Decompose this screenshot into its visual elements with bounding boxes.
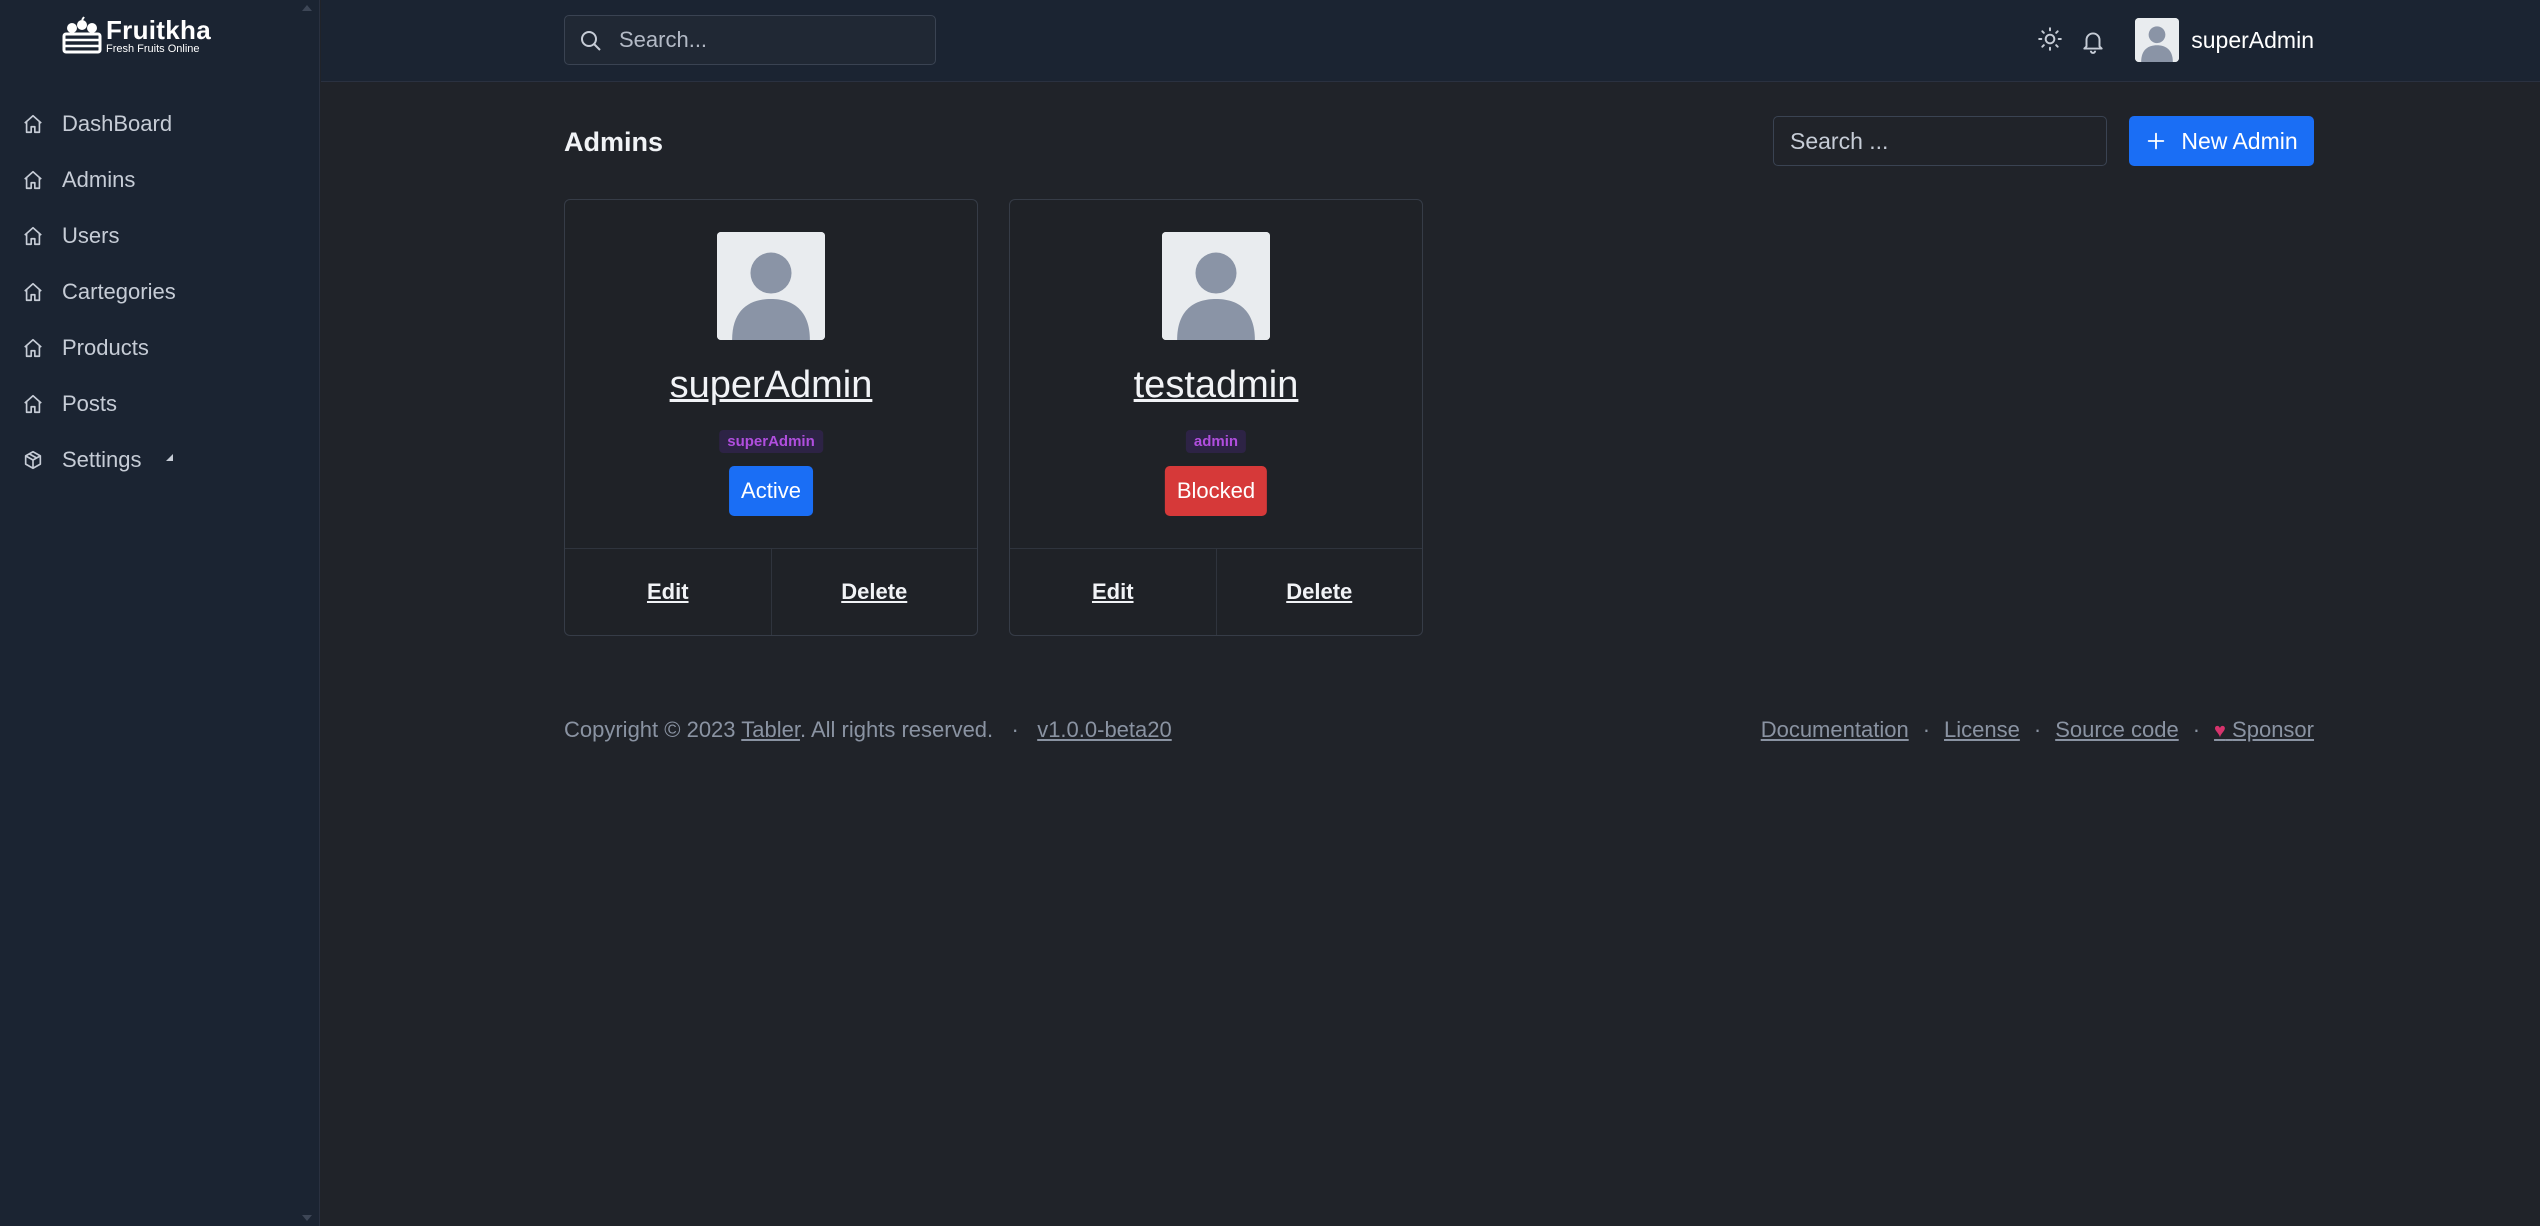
footer-copyright: Copyright © 2023 Tabler. All rights rese… (564, 717, 1172, 743)
admin-card: testadmin admin Blocked Edit Delete (1009, 199, 1423, 636)
user-avatar-icon (2135, 18, 2180, 62)
sidebar-item-users[interactable]: Users (0, 208, 300, 264)
avatar (717, 232, 825, 340)
sidebar-scroll-up-arrow[interactable] (302, 5, 312, 11)
sidebar: Fruitkha Fresh Fruits Online DashBoard A… (0, 0, 320, 1226)
sidebar-item-products[interactable]: Products (0, 320, 300, 376)
sidebar-item-posts[interactable]: Posts (0, 376, 300, 432)
edit-button[interactable]: Edit (1010, 549, 1216, 635)
separator-dot: · (999, 717, 1032, 742)
sponsor-link[interactable]: ♥ Sponsor (2214, 717, 2314, 743)
edit-button[interactable]: Edit (565, 549, 771, 635)
delete-button[interactable]: Delete (1215, 549, 1423, 635)
user-name: superAdmin (2191, 26, 2314, 53)
sidebar-item-label: Admins (62, 167, 136, 192)
admin-name-link[interactable]: testadmin (1010, 364, 1422, 407)
card-actions: Edit Delete (1010, 548, 1422, 635)
brand-name: Fruitkha (106, 15, 211, 45)
avatar (2135, 18, 2180, 62)
copyright-prefix: Copyright © 2023 (564, 717, 742, 742)
sidebar-item-settings[interactable]: Settings (0, 432, 300, 488)
avatar (1162, 232, 1270, 340)
sponsor-label: Sponsor (2232, 717, 2314, 742)
separator-dot: · (2033, 717, 2042, 742)
home-icon (24, 114, 42, 134)
package-icon (24, 450, 42, 470)
sidebar-scroll-down-arrow[interactable] (302, 1215, 312, 1221)
delete-button[interactable]: Delete (770, 549, 978, 635)
sidebar-item-label: Cartegories (62, 279, 176, 304)
tabler-link[interactable]: Tabler (741, 717, 800, 742)
home-icon (24, 394, 42, 414)
user-avatar-icon (1162, 232, 1270, 340)
brand-logo[interactable]: Fruitkha Fresh Fruits Online (62, 16, 211, 56)
home-icon (24, 170, 42, 190)
heart-icon: ♥ (2214, 720, 2226, 742)
copyright-suffix: . All rights reserved. (799, 717, 994, 742)
sidebar-nav: DashBoard Admins Users Cartegories Produ… (0, 96, 300, 488)
sidebar-item-admins[interactable]: Admins (0, 152, 300, 208)
documentation-link[interactable]: Documentation (1761, 717, 1909, 743)
sun-icon[interactable] (2037, 26, 2063, 52)
status-badge: Active (729, 466, 813, 516)
caret-up-icon (165, 453, 173, 461)
new-admin-button[interactable]: New Admin (2129, 116, 2314, 166)
home-icon (24, 338, 42, 358)
admin-card: superAdmin superAdmin Active Edit Delete (564, 199, 978, 636)
card-actions: Edit Delete (565, 548, 977, 635)
new-admin-label: New Admin (2181, 127, 2298, 154)
separator-dot: · (2192, 717, 2201, 742)
user-menu[interactable]: superAdmin (2135, 18, 2314, 62)
footer-links: Documentation · License · Source code · … (1761, 717, 2314, 743)
brand-tagline: Fresh Fruits Online (106, 43, 200, 55)
sidebar-item-dashboard[interactable]: DashBoard (0, 96, 300, 152)
top-header: superAdmin (321, 0, 2540, 82)
plus-icon (2148, 132, 2165, 150)
role-badge: admin (1185, 430, 1247, 453)
source-code-link[interactable]: Source code (2055, 717, 2179, 743)
fruit-basket-icon (62, 16, 102, 54)
sidebar-item-label: Users (62, 223, 120, 248)
license-link[interactable]: License (1944, 717, 2020, 743)
search-input[interactable] (565, 16, 935, 64)
home-icon (24, 226, 42, 246)
role-badge: superAdmin (719, 430, 823, 453)
sidebar-item-label: Settings (62, 447, 142, 472)
admin-search-input[interactable] (1773, 116, 2107, 166)
page-title: Admins (564, 127, 664, 157)
admin-name-link[interactable]: superAdmin (565, 364, 977, 407)
sidebar-item-label: Posts (62, 391, 118, 416)
bell-icon[interactable] (2080, 28, 2106, 54)
search-icon (581, 31, 601, 51)
home-icon (24, 282, 42, 302)
separator-dot: · (1922, 717, 1931, 742)
user-avatar-icon (717, 232, 825, 340)
status-badge: Blocked (1164, 466, 1268, 516)
sidebar-item-categories[interactable]: Cartegories (0, 264, 300, 320)
sidebar-item-label: Products (62, 335, 149, 360)
version-link[interactable]: v1.0.0-beta20 (1037, 717, 1172, 742)
sidebar-item-label: DashBoard (62, 111, 173, 136)
global-search (564, 15, 936, 65)
